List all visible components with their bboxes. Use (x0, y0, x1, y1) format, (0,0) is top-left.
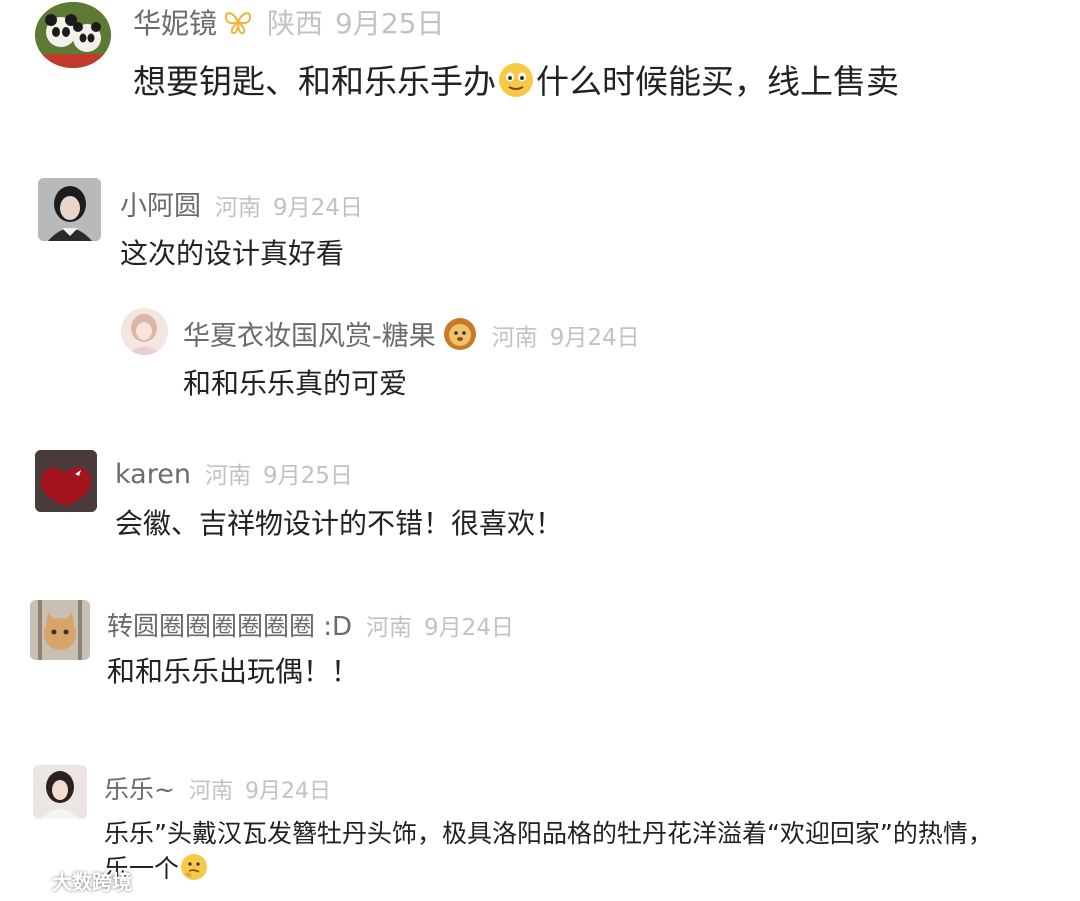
lion-face-icon (442, 317, 478, 358)
comment-meta: 河南 9月24日 (492, 325, 640, 351)
avatar[interactable] (121, 308, 168, 355)
commenter-name-text: karen (115, 459, 191, 490)
girl-photo-avatar-icon (121, 308, 168, 355)
comment-meta: 河南 9月24日 (366, 615, 514, 641)
avatar[interactable] (38, 178, 101, 241)
comment-text: 乐乐”头戴汉瓦发簪牡丹头饰，极具洛阳品格的牡丹花洋溢着“欢迎回家”的热情， (104, 819, 993, 848)
avatar[interactable] (33, 765, 87, 819)
comment-region: 河南 (366, 615, 413, 641)
red-heart-avatar-icon (35, 450, 97, 512)
comment-region: 河南 (188, 779, 233, 804)
comment-date: 9月24日 (424, 615, 514, 641)
comment-text: 想要钥匙、和和乐乐手办 什么时候能买，线上售卖 (133, 55, 899, 108)
comment-meta: 河南 9月24日 (215, 195, 363, 221)
comment-text: 和和乐乐真的可爱 (183, 367, 408, 400)
commenter-name[interactable]: 乐乐~ 河南 9月24日 (104, 770, 331, 806)
commenter-name[interactable]: 转圆圈圈圈圈圈圈 :D 河南 9月24日 (107, 606, 514, 643)
commenter-name[interactable]: 华夏衣妆国风赏-糖果 河南 9月24日 (183, 314, 640, 358)
comment-date: 9月24日 (273, 195, 363, 221)
comment-meta: 陕西 9月25日 (267, 7, 444, 40)
commenter-name-text: 华妮镜 (133, 7, 218, 40)
commenter-name-text: 华夏衣妆国风赏-糖果 (183, 321, 436, 352)
comment-meta: 河南 9月24日 (189, 779, 331, 804)
commenter-name[interactable]: karen 河南 9月25日 (115, 456, 353, 490)
comment-meta: 河南 9月25日 (205, 463, 353, 489)
thinking-face-icon (179, 852, 209, 888)
commenter-name-text: 小阿圆 (120, 191, 201, 222)
watermark: 大数跨境 (9, 866, 132, 898)
avatar[interactable] (35, 450, 97, 512)
thinking-face-icon (496, 60, 536, 108)
commenter-name[interactable]: 华妮镜 陕西 9月25日 (133, 2, 444, 42)
watermark-text: 大数跨境 (52, 870, 132, 894)
comment-date: 9月24日 (244, 779, 331, 804)
commenter-name[interactable]: 小阿圆 河南 9月24日 (120, 184, 363, 223)
watermark-logo-icon (9, 869, 48, 898)
panda-avatar-icon (35, 2, 111, 68)
avatar[interactable] (35, 2, 111, 68)
girl-photo-avatar-icon (33, 765, 87, 819)
comment-date: 9月25日 (262, 463, 353, 489)
commenter-name-text: 转圆圈圈圈圈圈圈 :D (107, 612, 353, 642)
comment-text: 和和乐乐出玩偶！！ (107, 655, 360, 688)
comment-text-part: 想要钥匙、和和乐乐手办 (133, 62, 496, 101)
comment-text: 这次的设计真好看 (120, 237, 345, 270)
comment-region: 河南 (204, 463, 251, 489)
commenter-name-text: 乐乐~ (104, 775, 175, 804)
butterfly-icon (223, 9, 253, 42)
comment-text: 会徽、吉祥物设计的不错！很喜欢！ (115, 507, 564, 540)
comment-date: 9月24日 (549, 325, 640, 351)
cat-avatar-icon (30, 600, 90, 660)
girl-photo-avatar-icon (38, 178, 101, 241)
comment-date: 9月25日 (335, 7, 445, 40)
avatar[interactable] (30, 600, 90, 660)
comment-region: 河南 (215, 195, 261, 221)
comment-text-part: 什么时候能买，线上售卖 (536, 62, 899, 101)
comment-region: 河南 (491, 325, 538, 351)
comment-region: 陕西 (267, 7, 324, 40)
